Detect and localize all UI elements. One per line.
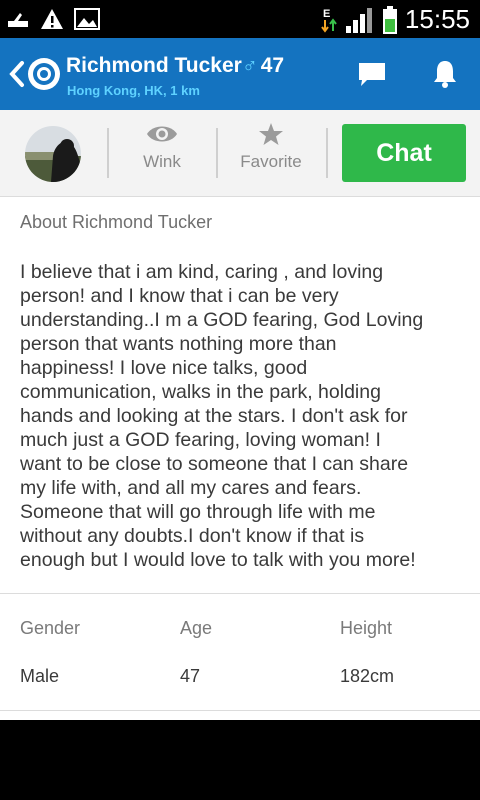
divider [0,593,480,594]
avatar-photo [25,126,81,182]
divider [107,128,109,178]
status-right-icons: E 15:55 [321,4,470,35]
messages-icon[interactable] [357,60,387,88]
bottom-area [0,720,480,800]
profile-age: 47 [260,54,285,77]
height-label: Height [340,618,393,638]
image-icon [74,8,100,30]
star-icon [259,123,283,145]
profile-location: Hong Kong, HK, 1 km [67,83,200,98]
usb-icon [8,13,28,27]
favorite-button[interactable]: Favorite [221,122,321,186]
about-text: I believe that i am kind, caring , and l… [20,261,424,571]
gender-label: Gender [20,618,81,638]
status-left-icons [6,7,100,31]
profile-content[interactable]: Wink Favorite Chat About Richmond Tucker… [0,110,480,720]
network-arrows-icon: E [321,8,337,33]
divider [216,128,218,178]
chat-button[interactable]: Chat [342,124,466,182]
gender-value: Male [20,666,60,686]
profile-name: Richmond Tucker [66,54,242,77]
battery-icon [382,5,397,34]
eye-icon [147,126,177,142]
back-icon[interactable] [8,60,26,88]
status-bar: E 15:55 [0,0,480,38]
age-value: 47 [180,666,201,686]
wink-button[interactable]: Wink [112,122,212,186]
about-title: About Richmond Tucker [20,212,213,232]
favorite-label: Favorite [240,152,302,171]
status-time: 15:55 [404,4,470,34]
action-row: Wink Favorite Chat [0,110,480,197]
male-gender-icon: ♂ [242,54,258,77]
divider [0,710,480,711]
warning-icon [41,9,63,29]
height-value: 182cm [340,666,395,686]
divider [326,128,328,178]
signal-icon [345,7,372,33]
gender-age: ♂ 47 [242,54,284,78]
screen: E 15:55 Richmond Tucker ♂ 47 Hong Kong, … [0,0,480,800]
age-label: Age [180,618,213,638]
notifications-bell-icon[interactable] [432,58,458,88]
app-logo-icon[interactable] [26,56,62,92]
network-type: E [323,8,330,20]
wink-label: Wink [143,152,181,171]
avatar[interactable] [25,126,81,182]
app-bar: Richmond Tucker ♂ 47 Hong Kong, HK, 1 km [0,38,480,110]
